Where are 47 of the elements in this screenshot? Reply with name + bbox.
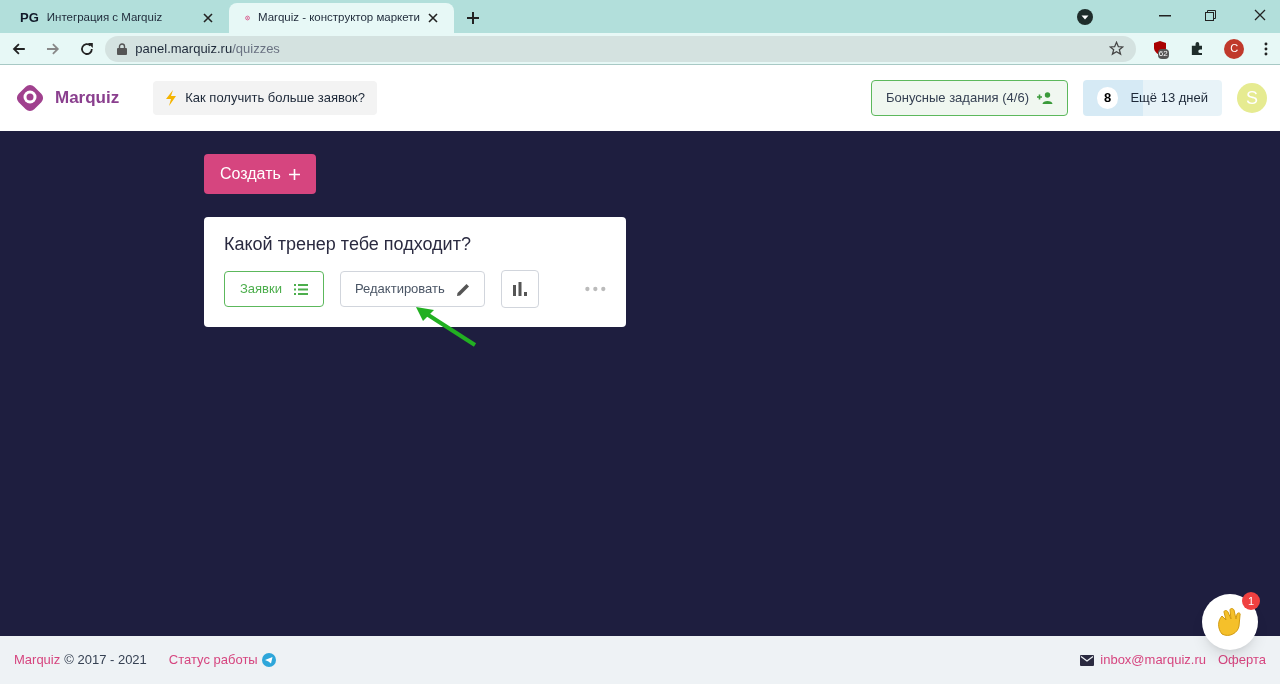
address-bar[interactable]: panel.marquiz.ru/quizzes (105, 35, 1136, 62)
star-icon[interactable] (1108, 41, 1124, 56)
logo-text[interactable]: Marquiz (55, 85, 120, 111)
telegram-icon[interactable] (261, 653, 276, 667)
favicon: PG (20, 9, 39, 28)
extension-badge: 62 (1157, 48, 1169, 59)
close-icon[interactable] (203, 13, 213, 23)
tab-title: Интеграция с Marquiz (46, 10, 164, 26)
pencil-icon (456, 282, 470, 296)
url-text: panel.marquiz.ru/quizzes (135, 39, 281, 58)
quiz-title[interactable]: Какой тренер тебе подходит? (224, 231, 606, 258)
offer-link[interactable]: Оферта (1217, 650, 1266, 670)
bonus-tasks-button[interactable]: Бонусные задания (4/6) (871, 80, 1068, 116)
mail-icon (1080, 654, 1095, 666)
plus-icon (288, 168, 300, 180)
arrow-annotation (414, 305, 478, 347)
lock-icon (117, 42, 128, 55)
puzzle-icon[interactable] (1189, 41, 1205, 56)
email-link[interactable]: inbox@marquiz.ru (1100, 650, 1206, 670)
forward-icon[interactable] (45, 41, 60, 56)
brand-link[interactable]: Marquiz (14, 650, 61, 670)
bar-chart-icon (513, 282, 528, 296)
tip-button[interactable]: Как получить больше заявок? (153, 81, 377, 115)
tab-title: Marquiz - конструктор маркети (258, 10, 420, 26)
reload-icon[interactable] (79, 41, 94, 56)
statistics-button[interactable] (500, 270, 540, 308)
days-count: 8 (1097, 87, 1119, 109)
new-tab-icon[interactable] (466, 11, 480, 25)
back-icon[interactable] (12, 41, 26, 56)
close-icon[interactable] (1254, 9, 1266, 21)
browser-tab[interactable]: PG Интеграция с Marquiz (4, 3, 229, 33)
browser-tab[interactable]: Marquiz - конструктор маркети (229, 3, 454, 33)
edit-button[interactable]: Редактировать (340, 271, 485, 307)
list-icon (294, 283, 308, 295)
close-icon[interactable] (428, 13, 438, 23)
add-user-icon (1037, 92, 1053, 104)
days-left-text: Ещё 13 дней (1130, 89, 1208, 108)
create-button[interactable]: Создать (204, 154, 316, 194)
lightning-icon (165, 90, 178, 106)
profile-avatar[interactable]: C (1224, 38, 1245, 59)
dropdown-icon[interactable] (1077, 9, 1093, 25)
restore-icon[interactable] (1205, 10, 1216, 21)
status-link[interactable]: Статус работы (168, 650, 258, 670)
copyright-text: © 2017 - 2021 (64, 651, 147, 670)
trial-days-panel[interactable]: 8 Ещё 13 дней (1083, 80, 1222, 116)
menu-icon[interactable] (1264, 41, 1268, 56)
minimize-icon[interactable] (1159, 15, 1171, 17)
